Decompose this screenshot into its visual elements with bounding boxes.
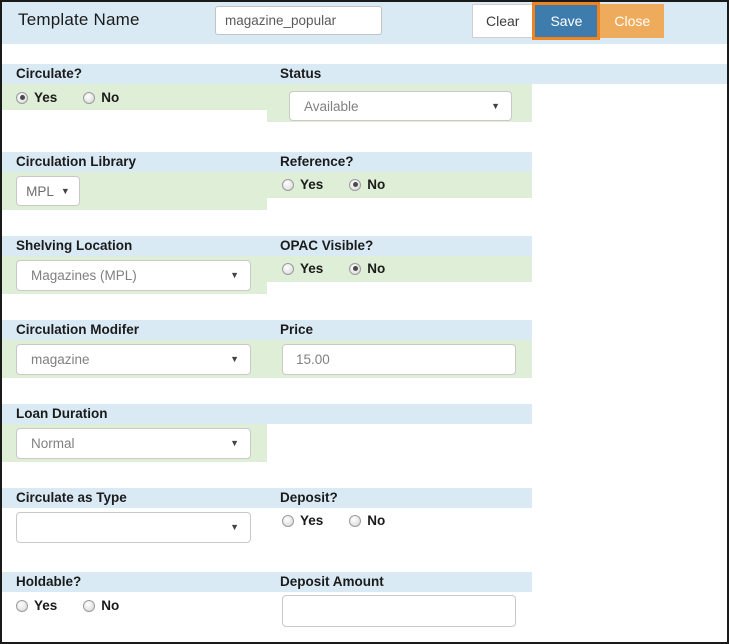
- label-deposit: Deposit?: [280, 490, 338, 505]
- page-title: Template Name: [18, 10, 140, 30]
- label-circulate: Circulate?: [16, 66, 82, 81]
- row-label-bar: [2, 572, 532, 592]
- chevron-down-icon: ▼: [230, 355, 239, 364]
- radio-label-no: No: [367, 261, 385, 276]
- radio-holdable-no[interactable]: No: [83, 598, 119, 613]
- chevron-down-icon: ▼: [230, 523, 239, 532]
- form-row-shelving-location: Shelving Location OPAC Visible? Magazine…: [2, 236, 729, 294]
- label-shelving-location: Shelving Location: [16, 238, 132, 253]
- close-button[interactable]: Close: [600, 4, 664, 38]
- radio-label-no: No: [101, 598, 119, 613]
- radio-unselected-icon: [282, 515, 294, 527]
- radio-unselected-icon: [282, 179, 294, 191]
- radio-reference-no[interactable]: No: [349, 177, 385, 192]
- radio-reference-yes[interactable]: Yes: [282, 177, 323, 192]
- radio-selected-icon: [349, 263, 361, 275]
- radio-label-yes: Yes: [300, 513, 323, 528]
- radio-unselected-icon: [83, 600, 95, 612]
- chevron-down-icon: ▼: [230, 439, 239, 448]
- radio-group-circulate[interactable]: Yes No: [16, 90, 145, 105]
- select-shelving-location[interactable]: Magazines (MPL) ▼: [16, 260, 251, 291]
- select-circulation-library-value: MPL: [26, 184, 54, 199]
- form-row-holdable: Holdable? Deposit Amount Yes No: [2, 572, 729, 630]
- select-circulate-as-type[interactable]: ▼: [16, 512, 251, 543]
- label-reference: Reference?: [280, 154, 354, 169]
- radio-label-no: No: [367, 513, 385, 528]
- label-price: Price: [280, 322, 313, 337]
- deposit-amount-input[interactable]: [282, 595, 516, 627]
- radio-label-no: No: [367, 177, 385, 192]
- chevron-down-icon: ▼: [61, 187, 70, 196]
- label-deposit-amount: Deposit Amount: [280, 574, 384, 589]
- radio-group-opac-visible[interactable]: Yes No: [282, 261, 411, 276]
- radio-label-yes: Yes: [300, 261, 323, 276]
- radio-unselected-icon: [282, 263, 294, 275]
- label-loan-duration: Loan Duration: [16, 406, 108, 421]
- select-loan-duration[interactable]: Normal ▼: [16, 428, 251, 459]
- select-status-value: Available: [290, 99, 491, 114]
- chevron-down-icon: ▼: [230, 271, 239, 280]
- label-circulation-modifier: Circulation Modifer: [16, 322, 139, 337]
- radio-circulate-yes[interactable]: Yes: [16, 90, 57, 105]
- form-row-circulation-library: Circulation Library Reference? MPL ▼ Yes…: [2, 152, 729, 210]
- radio-deposit-yes[interactable]: Yes: [282, 513, 323, 528]
- label-circulate-as-type: Circulate as Type: [16, 490, 127, 505]
- radio-circulate-no[interactable]: No: [83, 90, 119, 105]
- label-status: Status: [280, 66, 321, 81]
- form-row-loan-duration: Loan Duration Normal ▼: [2, 404, 729, 462]
- radio-holdable-yes[interactable]: Yes: [16, 598, 57, 613]
- radio-deposit-no[interactable]: No: [349, 513, 385, 528]
- radio-unselected-icon: [16, 600, 28, 612]
- select-status[interactable]: Available ▼: [289, 91, 512, 121]
- template-editor-screenshot: Template Name Clear Save Close Circulate…: [0, 0, 729, 644]
- radio-selected-icon: [16, 92, 28, 104]
- radio-unselected-icon: [349, 515, 361, 527]
- radio-label-no: No: [101, 90, 119, 105]
- label-holdable: Holdable?: [16, 574, 81, 589]
- radio-group-reference[interactable]: Yes No: [282, 177, 411, 192]
- row-label-bar: [2, 64, 727, 84]
- titlebar-actions: Clear Save Close: [472, 4, 664, 38]
- select-shelving-location-value: Magazines (MPL): [17, 268, 230, 283]
- form-row-circulate-as-type: Circulate as Type Deposit? ▼ Yes No: [2, 488, 729, 546]
- form-row-circulate: Circulate? Status Yes No Available ▼: [2, 64, 729, 122]
- select-loan-duration-value: Normal: [17, 436, 230, 451]
- radio-label-yes: Yes: [34, 598, 57, 613]
- radio-label-yes: Yes: [300, 177, 323, 192]
- save-button[interactable]: Save: [532, 2, 600, 40]
- price-input[interactable]: [282, 344, 516, 375]
- radio-group-holdable[interactable]: Yes No: [16, 598, 145, 613]
- radio-unselected-icon: [83, 92, 95, 104]
- radio-opac-visible-no[interactable]: No: [349, 261, 385, 276]
- clear-button[interactable]: Clear: [472, 4, 532, 38]
- label-circulation-library: Circulation Library: [16, 154, 136, 169]
- radio-selected-icon: [349, 179, 361, 191]
- radio-opac-visible-yes[interactable]: Yes: [282, 261, 323, 276]
- select-circulation-modifier[interactable]: magazine ▼: [16, 344, 251, 375]
- select-circulation-modifier-value: magazine: [17, 352, 230, 367]
- radio-group-deposit[interactable]: Yes No: [282, 513, 411, 528]
- label-opac-visible: OPAC Visible?: [280, 238, 373, 253]
- chevron-down-icon: ▼: [491, 102, 500, 111]
- select-circulation-library[interactable]: MPL ▼: [16, 176, 80, 206]
- form-row-circulation-modifier: Circulation Modifer Price magazine ▼: [2, 320, 729, 378]
- template-name-input[interactable]: [215, 6, 382, 35]
- titlebar: Template Name Clear Save Close: [2, 2, 727, 44]
- radio-label-yes: Yes: [34, 90, 57, 105]
